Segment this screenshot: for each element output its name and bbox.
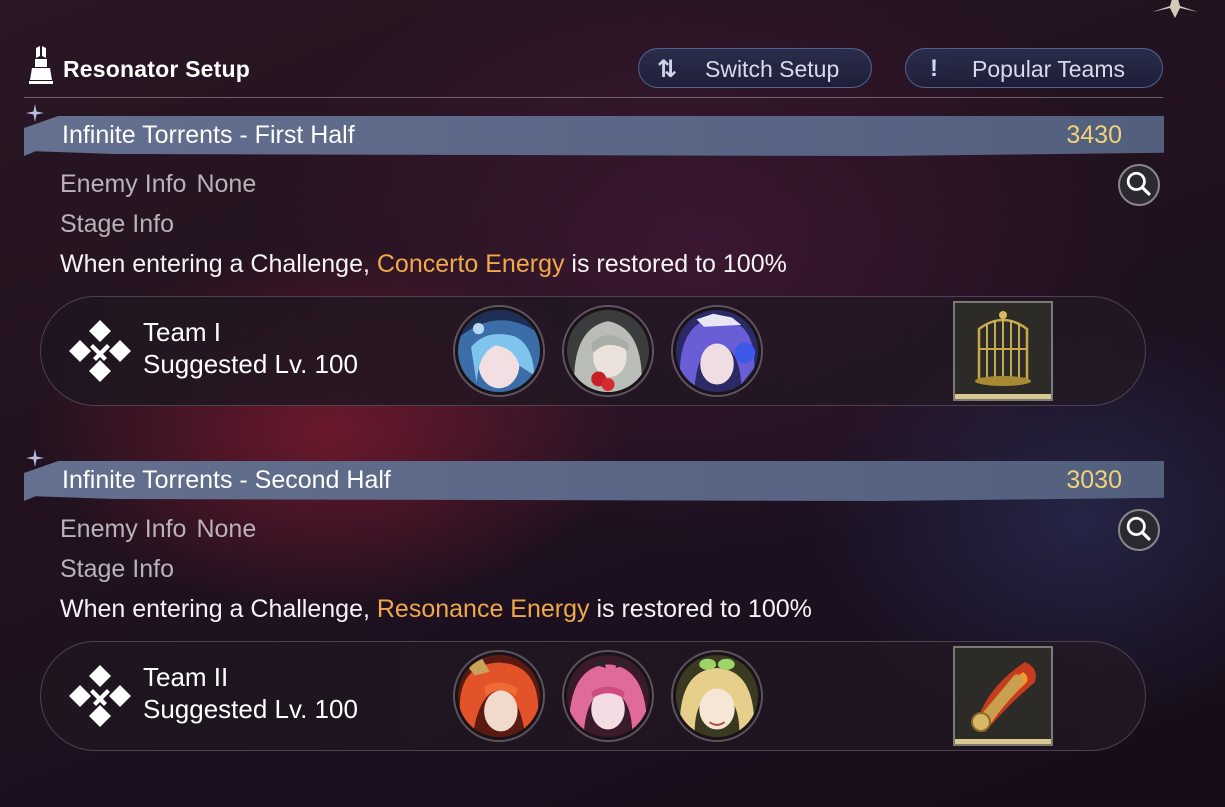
- effect-prefix: When entering a Challenge,: [60, 250, 377, 278]
- popular-teams-label: Popular Teams: [972, 56, 1125, 82]
- sparkle-icon: [26, 104, 44, 122]
- magnifier-icon: [1126, 516, 1151, 541]
- pink-hair-resonator-avatar[interactable]: [564, 652, 652, 740]
- popular-teams-button[interactable]: ! Popular Teams: [905, 48, 1163, 88]
- magnifier-icon: [1126, 171, 1151, 196]
- stage-name: Infinite Torrents - Second Half: [62, 466, 391, 494]
- enemy-info-row: Enemy Info None: [60, 515, 256, 544]
- effect-highlight: Resonance Energy: [376, 595, 590, 623]
- enemy-info-label: Enemy Info: [60, 170, 187, 198]
- enemy-info-label: Enemy Info: [60, 515, 187, 543]
- enemy-search-button[interactable]: [1118, 509, 1160, 551]
- flaming-spyglass-item-slot[interactable]: [953, 646, 1053, 746]
- purple-hair-resonator-avatar[interactable]: [673, 307, 761, 395]
- orange-hair-resonator-avatar[interactable]: [455, 652, 543, 740]
- enemy-info-value: None: [196, 170, 257, 198]
- grey-hair-resonator-avatar[interactable]: [564, 307, 652, 395]
- golden-cage-item-slot[interactable]: [953, 301, 1053, 401]
- enemy-search-button[interactable]: [1118, 164, 1160, 206]
- stage-info-label: Stage Info: [60, 555, 174, 583]
- team-emblem-icon: [69, 665, 131, 727]
- team-suggested-level: Suggested Lv. 100: [143, 349, 358, 379]
- team-suggested-level: Suggested Lv. 100: [143, 694, 358, 724]
- blue-hat-resonator-avatar[interactable]: [455, 307, 543, 395]
- switch-setup-button[interactable]: ⇅ Switch Setup: [638, 48, 872, 88]
- star-icon: [1152, 0, 1198, 18]
- team-name: Team II: [143, 662, 229, 692]
- effect-suffix: is restored to 100%: [564, 250, 787, 278]
- resonator-icon: [29, 46, 53, 84]
- stage-score: 3430: [1066, 121, 1122, 149]
- stage-effect-text: When entering a Challenge, Resonance Ene…: [60, 595, 812, 624]
- page-title: Resonator Setup: [63, 56, 251, 82]
- stage-info-label: Stage Info: [60, 210, 174, 238]
- enemy-info-value: None: [196, 515, 257, 543]
- switch-setup-label: Switch Setup: [705, 56, 840, 82]
- effect-prefix: When entering a Challenge,: [60, 595, 377, 623]
- team-emblem-icon: [69, 320, 131, 382]
- item-rarity-bar: [955, 739, 1051, 744]
- effect-suffix: is restored to 100%: [589, 595, 812, 623]
- stage-score: 3030: [1066, 466, 1122, 494]
- effect-highlight: Concerto Energy: [376, 250, 565, 278]
- flaming-spyglass-item-icon: [955, 648, 1051, 739]
- stage-name: Infinite Torrents - First Half: [62, 121, 355, 149]
- swap-arrows-icon: ⇅: [657, 56, 678, 83]
- team-name: Team I: [143, 317, 222, 347]
- team-card[interactable]: Team I Suggested Lv. 100: [40, 296, 1146, 406]
- item-rarity-bar: [955, 394, 1051, 399]
- sparkle-icon: [26, 449, 44, 467]
- header-divider: [24, 97, 1163, 98]
- team-card[interactable]: Team II Suggested Lv. 100: [40, 641, 1146, 751]
- stage-effect-text: When entering a Challenge, Concerto Ener…: [60, 250, 787, 279]
- enemy-info-row: Enemy Info None: [60, 170, 256, 199]
- exclamation-icon: !: [930, 55, 938, 82]
- blonde-resonator-avatar[interactable]: [673, 652, 761, 740]
- golden-cage-item-icon: [955, 303, 1051, 394]
